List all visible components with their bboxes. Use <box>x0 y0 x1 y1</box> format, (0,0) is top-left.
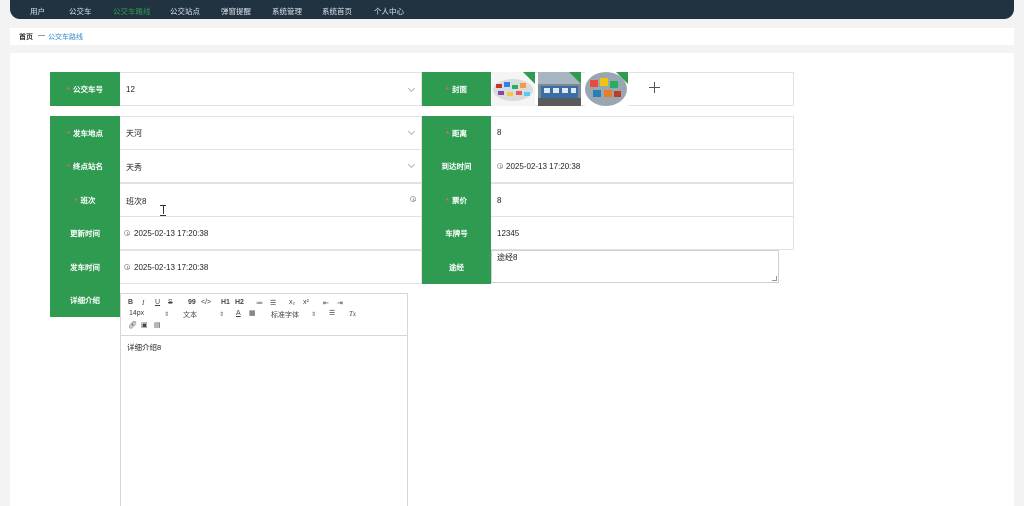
nav-item-bus-stop[interactable]: 公交站点 <box>170 6 200 17</box>
italic-button[interactable]: I <box>142 299 144 307</box>
plate-input[interactable]: 12345 <box>497 229 519 238</box>
top-nav-bar <box>10 0 1014 19</box>
shift-label: * 班次 <box>50 183 120 217</box>
cover-image-3[interactable] <box>585 72 628 106</box>
nav-item-bus[interactable]: 公交车 <box>69 6 92 17</box>
detail-label: 详细介绍 <box>50 284 120 317</box>
nav-item-system-management[interactable]: 系统管理 <box>272 6 302 17</box>
image-icon[interactable]: ▣ <box>141 321 148 329</box>
cover-image-2-check-corner <box>569 72 581 84</box>
nav-item-personal-center[interactable]: 个人中心 <box>374 6 404 17</box>
select-caret-icon: ⇕ <box>164 312 170 318</box>
cover-image-1-check-corner <box>523 72 535 84</box>
ordered-list-button[interactable]: ≔ <box>256 299 263 307</box>
breadcrumb: 首页 — 公交车路线 <box>10 28 1014 45</box>
select-caret-icon: ⇕ <box>311 312 317 318</box>
clear-format-button[interactable]: Tx <box>349 310 356 318</box>
clock-icon <box>410 196 416 202</box>
superscript-button[interactable]: x² <box>303 299 309 306</box>
nav-item-users[interactable]: 用户 <box>30 6 45 17</box>
outdent-button[interactable]: ⇤ <box>323 299 329 307</box>
strike-button[interactable]: S <box>168 299 173 306</box>
clock-icon <box>497 163 503 169</box>
depart-place-label: * 发车地点 <box>50 116 120 150</box>
nav-item-popup-reminder[interactable]: 弹窗提醒 <box>221 6 251 17</box>
terminal-label: * 终点站名 <box>50 149 120 183</box>
font-family-select[interactable]: 标准字体 <box>271 310 299 320</box>
align-icon[interactable]: ☰ <box>329 309 335 317</box>
shift-input[interactable]: 班次8 <box>126 196 146 207</box>
update-time-label: 更新时间 <box>50 216 120 250</box>
clock-icon <box>124 264 130 270</box>
font-size-select[interactable]: 14px <box>129 310 144 317</box>
breadcrumb-separator: — <box>38 32 45 39</box>
bullet-list-button[interactable]: ☰ <box>270 299 276 307</box>
distance-label: * 距离 <box>422 116 491 150</box>
via-text: 途经8 <box>497 253 518 262</box>
nav-item-system-home[interactable]: 系统首页 <box>322 6 352 17</box>
subscript-button[interactable]: x₂ <box>289 299 295 306</box>
fare-label: * 票价 <box>422 183 491 217</box>
editor-toolbar: B I U S 99 </> H1 H2 ≔ ☰ x₂ x² ⇤ ⇥ 14px … <box>121 294 407 336</box>
breadcrumb-home[interactable]: 首页 <box>19 32 33 42</box>
arrive-time-label: 到达时间 <box>422 149 491 183</box>
cover-image-3-check-corner <box>616 72 628 84</box>
distance-input[interactable]: 8 <box>497 128 501 137</box>
bus-no-select[interactable]: 12 <box>126 85 135 94</box>
select-caret-icon: ⇕ <box>219 312 225 318</box>
depart-place-select[interactable]: 天河 <box>126 128 142 139</box>
text-color-button[interactable]: A <box>236 310 241 317</box>
text-cursor-icon <box>160 205 166 216</box>
resize-handle[interactable] <box>772 276 777 281</box>
update-time-picker[interactable]: 2025-02-13 17:20:38 <box>134 229 208 238</box>
block-type-select[interactable]: 文本 <box>183 310 197 320</box>
via-label: 途经 <box>422 250 491 284</box>
nav-item-bus-route[interactable]: 公交车路线 <box>113 6 151 17</box>
background-color-icon[interactable]: ▦ <box>249 309 256 317</box>
cover-label: * 封面 <box>422 72 491 106</box>
clock-icon <box>124 230 130 236</box>
arrive-time-picker[interactable]: 2025-02-13 17:20:38 <box>506 162 580 171</box>
via-textarea[interactable]: 途经8 <box>491 250 779 283</box>
cover-image-1[interactable] <box>492 72 535 106</box>
indent-button[interactable]: ⇥ <box>337 299 343 307</box>
heading1-button[interactable]: H1 <box>221 299 230 306</box>
link-icon[interactable]: 🔗︎ <box>128 321 137 329</box>
heading2-button[interactable]: H2 <box>235 299 244 306</box>
depart-time-picker[interactable]: 2025-02-13 17:20:38 <box>134 263 208 272</box>
top-nav: 用户 公交车 公交车路线 公交站点 弹窗提醒 系统管理 系统首页 个人中心 <box>0 0 1024 19</box>
rich-text-editor: B I U S 99 </> H1 H2 ≔ ☰ x₂ x² ⇤ ⇥ 14px … <box>120 293 408 506</box>
bold-button[interactable]: B <box>128 299 133 306</box>
bus-no-label: * 公交车号 <box>50 72 120 106</box>
terminal-select[interactable]: 天秀 <box>126 162 142 173</box>
depart-time-label: 发车时间 <box>50 250 120 284</box>
plate-label: 车牌号 <box>422 216 491 250</box>
add-cover-icon[interactable] <box>649 82 660 93</box>
breadcrumb-current: 公交车路线 <box>48 34 83 41</box>
code-block-button[interactable]: </> <box>201 299 211 306</box>
fare-input[interactable]: 8 <box>497 196 501 205</box>
blockquote-button[interactable]: 99 <box>188 299 196 306</box>
underline-button[interactable]: U <box>155 299 160 306</box>
editor-content[interactable]: 详细介绍8 <box>127 342 161 353</box>
video-icon[interactable]: ▤ <box>154 321 161 329</box>
cover-image-2[interactable] <box>538 72 581 106</box>
